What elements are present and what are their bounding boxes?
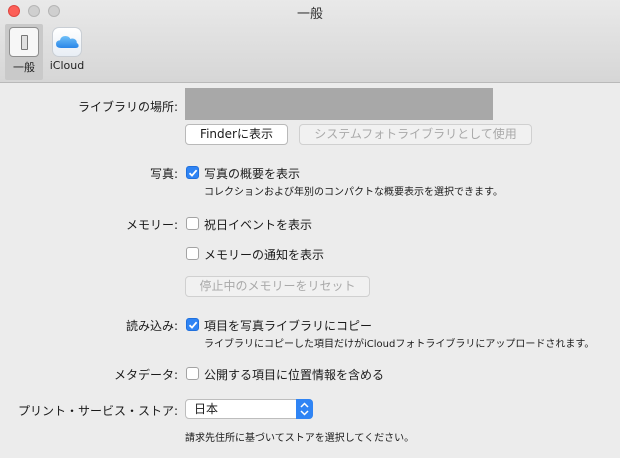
print-store-description: 請求先住所に基づいてストアを選択してください。 [185,433,415,444]
use-as-system-library-button[interactable]: システムフォトライブラリとして使用 [299,124,532,145]
memories-label: メモリー: [125,218,178,232]
metadata-label: メタデータ: [113,368,178,382]
library-path-field [185,88,493,120]
summary-description: コレクションおよび年別のコンパクトな概要表示を選択できます。 [204,187,503,198]
print-store-select[interactable]: 日本 [185,399,313,419]
memory-notification-label: メモリーの通知を表示 [204,248,325,262]
window-title: 一般 [296,7,323,22]
reset-memories-button[interactable]: 停止中のメモリーをリセット [185,276,370,297]
tab-general-label: 一般 [13,61,35,74]
holiday-events-label: 祝日イベントを表示 [204,218,313,232]
location-info-checkbox[interactable] [186,367,199,380]
print-store-value: 日本 [194,402,219,416]
preferences-window: 一般 一般 iCloud ライブラリの場所: Finderに表示 システムフォト… [0,0,620,458]
checkmark-icon [188,321,198,329]
summary-checkbox[interactable] [186,166,199,179]
updown-arrows-icon [296,399,313,419]
title-bar: 一般 一般 iCloud [0,0,620,83]
location-info-label: 公開する項目に位置情報を含める [204,368,385,382]
copy-to-library-checkbox[interactable] [186,318,199,331]
library-location-label: ライブラリの場所: [77,100,178,114]
holiday-events-checkbox[interactable] [186,217,199,230]
tab-general[interactable]: 一般 [5,24,43,80]
icloud-icon [52,27,82,57]
import-label: 読み込み: [125,319,178,333]
checkmark-icon [188,169,198,177]
summary-checkbox-label: 写真の概要を表示 [204,167,301,181]
show-in-finder-button[interactable]: Finderに表示 [185,124,288,145]
print-store-label: プリント・サービス・ストア: [17,404,178,418]
tab-icloud-label: iCloud [49,59,85,72]
copy-description: ライブラリにコピーした項目だけがiCloudフォトライブラリにアップロードされま… [204,339,595,350]
general-switch-icon [9,27,39,57]
memory-notification-checkbox[interactable] [186,247,199,260]
tab-icloud[interactable]: iCloud [47,24,87,80]
copy-to-library-label: 項目を写真ライブラリにコピー [204,319,373,333]
photos-label: 写真: [149,167,178,181]
